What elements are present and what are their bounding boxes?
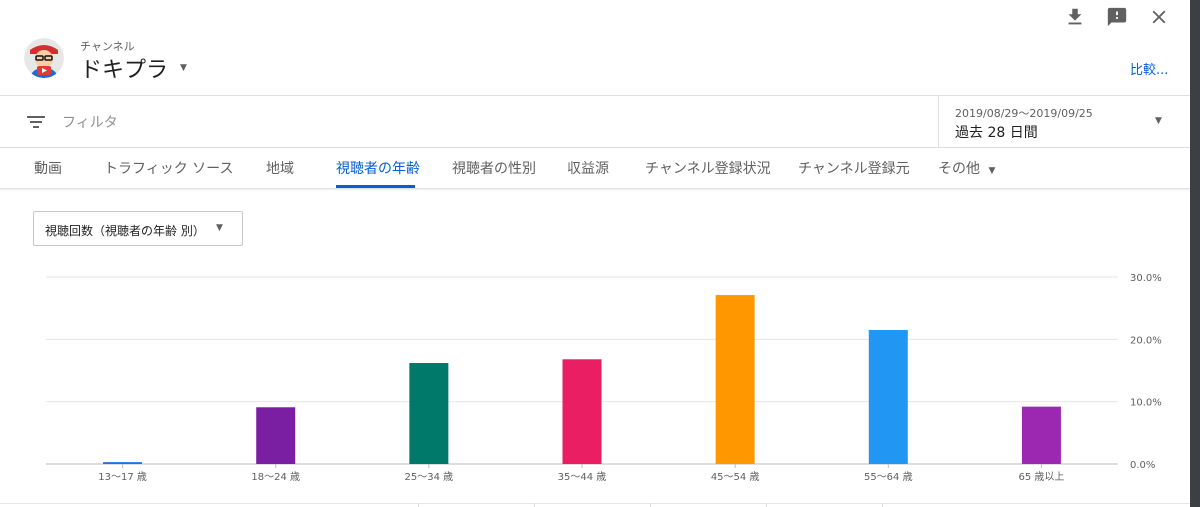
metric-select[interactable]: 視聴回数（視聴者の年齢 別） ▼	[33, 211, 243, 246]
y-tick-label: 10.0%	[1130, 398, 1162, 409]
chart-svg: 0.0% 10.0% 20.0% 30.0% 13〜17 歳 18〜24 歳 25〜34 歳…	[46, 273, 1162, 483]
close-icon[interactable]	[1148, 6, 1170, 28]
tab-more-dropdown-icon: ▼	[988, 166, 996, 176]
bar-2	[256, 407, 296, 464]
tab-geography[interactable]: 地域	[266, 158, 294, 178]
bar-1	[103, 462, 143, 464]
x-tick-label: 25〜34 歳	[405, 471, 454, 483]
active-tab-indicator	[336, 185, 415, 188]
table-column-divider	[534, 503, 535, 507]
table-column-divider	[418, 503, 419, 507]
y-tick-label: 20.0%	[1130, 335, 1162, 346]
channel-dropdown-icon[interactable]: ▼	[180, 63, 187, 73]
table-column-divider	[766, 503, 767, 507]
bar-4	[562, 359, 602, 464]
table-column-divider	[882, 503, 883, 507]
download-icon[interactable]	[1064, 6, 1086, 28]
channel-avatar	[24, 38, 64, 78]
tab-traffic-source[interactable]: トラフィック ソース	[104, 158, 233, 178]
tab-more-label: その他	[938, 161, 980, 177]
x-tick-label: 18〜24 歳	[251, 471, 300, 483]
x-tick-label: 13〜17 歳	[98, 471, 147, 483]
tab-subscription-source[interactable]: チャンネル登録元	[798, 158, 910, 178]
bar-5	[715, 295, 755, 464]
filter-bar: フィルタ 2019/08/29〜2019/09/25 過去 28 日間 ▼	[0, 96, 1190, 148]
tab-viewer-gender[interactable]: 視聴者の性別	[452, 158, 536, 178]
filter-input[interactable]: フィルタ	[62, 112, 118, 132]
table-header-rule	[0, 503, 1190, 504]
tab-bar: 動画 トラフィック ソース 地域 視聴者の年齢 視聴者の性別 収益源 チャンネル…	[0, 148, 1190, 189]
tab-viewer-age[interactable]: 視聴者の年齢	[336, 158, 420, 178]
x-tick-label: 55〜64 歳	[864, 471, 913, 483]
window-edge	[1190, 0, 1200, 507]
tab-revenue-sources[interactable]: 収益源	[567, 158, 609, 178]
x-tick-label: 45〜54 歳	[711, 471, 760, 483]
compare-link[interactable]: 比較...	[1130, 59, 1168, 78]
tab-subscription-status[interactable]: チャンネル登録状況	[645, 158, 771, 178]
date-dropdown-icon[interactable]: ▼	[1155, 116, 1162, 126]
date-range-label: 過去 28 日間	[955, 125, 1038, 141]
age-bar-chart: 0.0% 10.0% 20.0% 30.0% 13〜17 歳 18〜24 歳 25〜34 歳…	[0, 260, 1190, 490]
y-tick-label: 0.0%	[1130, 460, 1155, 471]
date-range-picker[interactable]: 2019/08/29〜2019/09/25 過去 28 日間 ▼	[938, 96, 1190, 148]
filter-icon[interactable]	[26, 113, 46, 135]
tab-more[interactable]: その他 ▼	[938, 158, 995, 178]
tab-videos[interactable]: 動画	[34, 158, 62, 178]
bar-6	[868, 329, 908, 464]
date-range-text: 2019/08/29〜2019/09/25	[955, 107, 1093, 120]
feedback-icon[interactable]	[1106, 6, 1128, 28]
x-tick-label: 65 歳以上	[1018, 471, 1064, 483]
header: チャンネル ドキプラ ▼ 比較...	[0, 0, 1190, 96]
bar-3	[409, 363, 449, 464]
channel-name[interactable]: ドキプラ	[80, 52, 168, 84]
bar-7	[1021, 406, 1061, 464]
table-column-divider	[650, 503, 651, 507]
metric-dropdown-icon: ▼	[216, 223, 223, 233]
y-tick-label: 30.0%	[1130, 273, 1162, 284]
metric-select-label: 視聴回数（視聴者の年齢 別）	[45, 224, 205, 238]
x-tick-label: 35〜44 歳	[558, 471, 607, 483]
